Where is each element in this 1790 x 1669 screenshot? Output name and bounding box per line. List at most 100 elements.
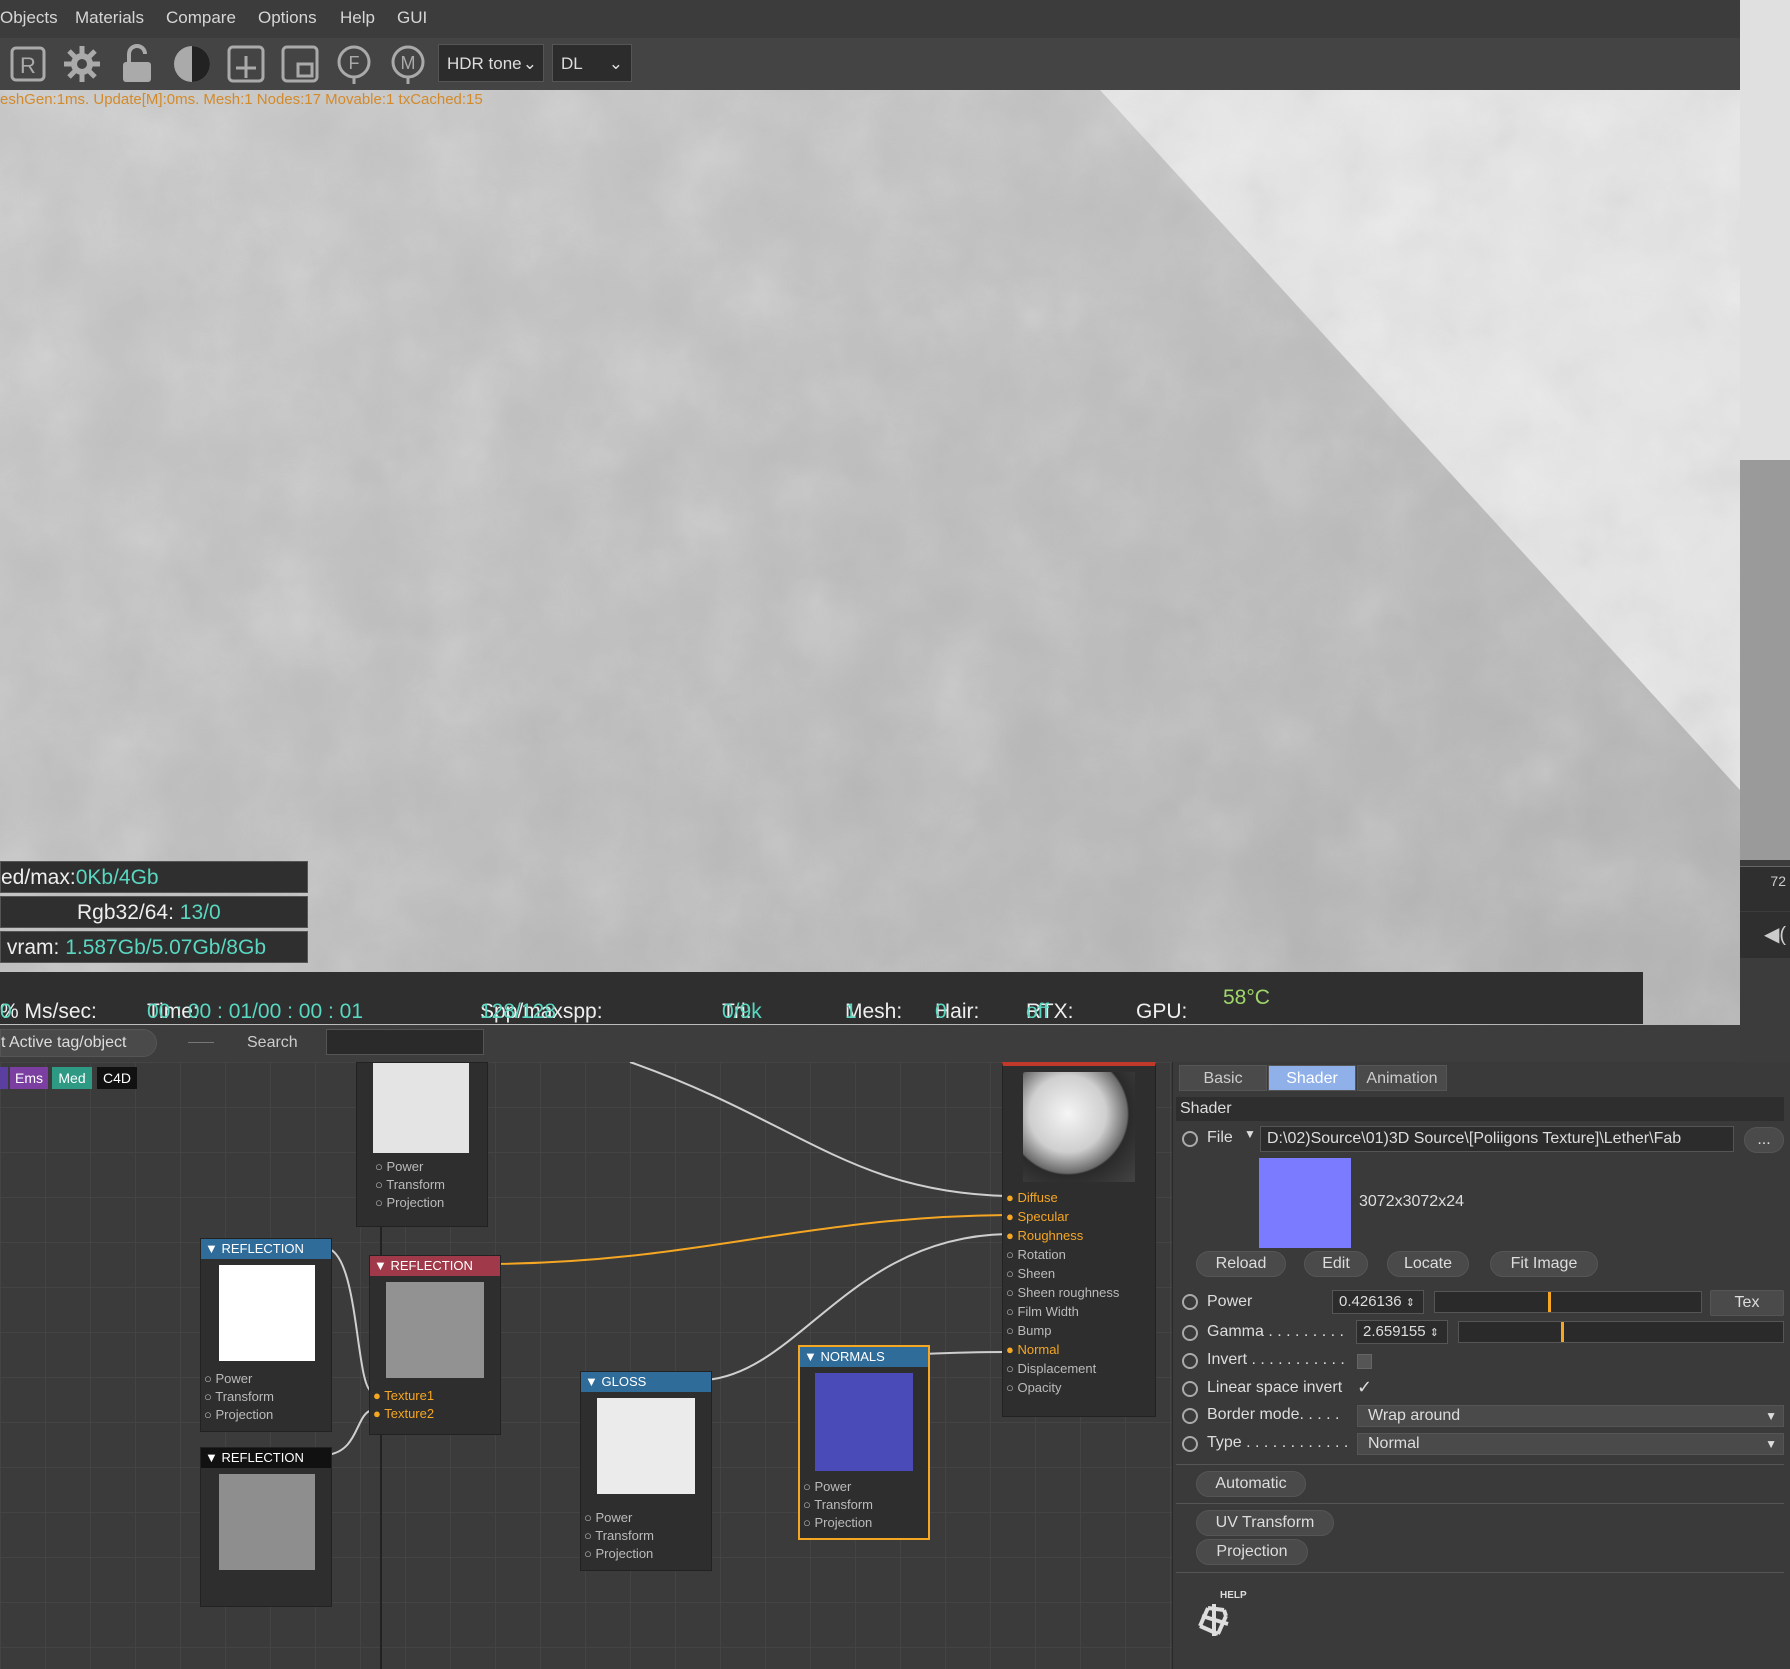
playback-controls[interactable]: ◀(	[1740, 912, 1790, 958]
rewind-icon[interactable]: ◀(	[1764, 922, 1786, 947]
pin-opacity[interactable]: ○ Opacity	[1006, 1380, 1062, 1395]
projection-button[interactable]: Projection	[1196, 1539, 1308, 1565]
f-icon[interactable]: F	[332, 42, 376, 86]
invert-label: Invert . . . . . . . . . . .	[1207, 1351, 1345, 1368]
slider-knob[interactable]	[1548, 1292, 1551, 1312]
pin-normal[interactable]: ● Normal	[1006, 1342, 1059, 1357]
gamma-radio[interactable]	[1182, 1325, 1198, 1341]
active-tag-button[interactable]: t Active tag/object	[0, 1029, 157, 1057]
hdr-tone-select[interactable]: HDR tone ⌄	[438, 44, 544, 82]
object-icon[interactable]	[278, 42, 322, 86]
slider-knob[interactable]	[1561, 1322, 1564, 1342]
pin-sheen[interactable]: ○ Sheen	[1006, 1266, 1055, 1281]
tab-shader[interactable]: Shader	[1268, 1065, 1356, 1091]
type-radio[interactable]	[1182, 1436, 1198, 1452]
gloss-node-header[interactable]: ▼ GLOSS	[581, 1372, 711, 1392]
power-slider[interactable]	[1434, 1291, 1702, 1313]
reflection-node-b[interactable]: ▼ REFLECTION ● Texture1 ● Texture2	[369, 1255, 501, 1435]
reflection-node-header[interactable]: ▼ REFLECTION	[370, 1256, 500, 1276]
rtx-value: off	[1026, 1000, 1049, 1023]
pin-rotation[interactable]: ○ Rotation	[1006, 1247, 1066, 1262]
pin-sheen-roughness[interactable]: ○ Sheen roughness	[1006, 1285, 1119, 1300]
pin-roughness[interactable]: ● Roughness	[1006, 1228, 1083, 1243]
type-select[interactable]: Normal ▼	[1357, 1433, 1784, 1455]
pin-projection[interactable]: ○ Projection	[375, 1195, 444, 1210]
pin-texture1[interactable]: ● Texture1	[373, 1388, 434, 1403]
ms-label: % Ms/sec:	[0, 1000, 97, 1023]
pin-power[interactable]: ○ Power	[375, 1159, 423, 1174]
render-region-icon[interactable]: R	[6, 42, 50, 86]
pin-transform[interactable]: ○ Transform	[375, 1177, 445, 1192]
node-thumbnail	[597, 1398, 695, 1494]
pin-transform[interactable]: ○ Transform	[803, 1497, 873, 1512]
gpu-label: GPU:	[1136, 1000, 1188, 1023]
texture-node-top[interactable]: ○ Power ○ Transform ○ Projection	[356, 1062, 488, 1227]
gamma-input[interactable]: 2.659155 ⇕	[1356, 1320, 1448, 1344]
spinner-icon[interactable]: ⇕	[1430, 1327, 1439, 1339]
dl-select[interactable]: DL ⌄	[552, 44, 632, 82]
normals-node[interactable]: ▼ NORMALS ○ Power ○ Transform ○ Projecti…	[798, 1345, 930, 1540]
pin-power[interactable]: ○ Power	[803, 1479, 851, 1494]
linear-space-invert-checkbox[interactable]: ✓	[1357, 1377, 1372, 1398]
pin-film-width[interactable]: ○ Film Width	[1006, 1304, 1079, 1319]
automatic-button[interactable]: Automatic	[1196, 1471, 1306, 1497]
tab-basic[interactable]: Basic	[1179, 1065, 1267, 1091]
pin-projection[interactable]: ○ Projection	[204, 1407, 273, 1422]
edit-button[interactable]: Edit	[1304, 1251, 1368, 1277]
pin-projection[interactable]: ○ Projection	[584, 1546, 653, 1561]
linear-radio[interactable]	[1182, 1381, 1198, 1397]
pin-specular[interactable]: ● Specular	[1006, 1209, 1069, 1224]
power-radio[interactable]	[1182, 1294, 1198, 1310]
contrast-icon[interactable]	[170, 42, 214, 86]
gamma-slider[interactable]	[1458, 1321, 1784, 1343]
chevron-down-icon[interactable]: ▼	[1244, 1127, 1256, 1141]
pin-power[interactable]: ○ Power	[584, 1510, 632, 1525]
invert-radio[interactable]	[1182, 1353, 1198, 1369]
menu-gui[interactable]: GUI	[397, 8, 427, 28]
menu-objects[interactable]: Objects	[0, 8, 58, 28]
timeline-ruler: 72	[1740, 866, 1790, 911]
uv-transform-button[interactable]: UV Transform	[1196, 1510, 1334, 1536]
stat-memory: ed/max:0Kb/4Gb	[0, 861, 308, 893]
help-icon[interactable]: HELP	[1188, 1590, 1248, 1646]
material-node[interactable]: ● Diffuse ● Specular ● Roughness ○ Rotat…	[1002, 1062, 1156, 1417]
power-input[interactable]: 0.426136 ⇕	[1332, 1290, 1424, 1314]
fit-image-button[interactable]: Fit Image	[1490, 1251, 1598, 1277]
border-mode-select[interactable]: Wrap around ▼	[1357, 1405, 1784, 1427]
m-icon[interactable]: M	[386, 42, 430, 86]
pin-diffuse[interactable]: ● Diffuse	[1006, 1190, 1058, 1205]
add-icon[interactable]	[224, 42, 268, 86]
browse-button[interactable]: ...	[1744, 1127, 1784, 1153]
node-thumbnail	[219, 1265, 315, 1361]
menu-materials[interactable]: Materials	[75, 8, 144, 28]
file-radio[interactable]	[1182, 1131, 1198, 1147]
reflection-node-c[interactable]: ▼ REFLECTION	[200, 1447, 332, 1607]
unlock-icon[interactable]	[115, 42, 159, 86]
pin-transform[interactable]: ○ Transform	[204, 1389, 274, 1404]
invert-checkbox[interactable]	[1357, 1354, 1372, 1369]
gear-icon[interactable]	[60, 42, 104, 86]
border-mode-radio[interactable]	[1182, 1408, 1198, 1424]
menu-help[interactable]: Help	[340, 8, 375, 28]
pin-texture2[interactable]: ● Texture2	[373, 1406, 434, 1421]
normals-node-header[interactable]: ▼ NORMALS	[800, 1347, 928, 1367]
tab-animation[interactable]: Animation	[1357, 1065, 1447, 1091]
file-path-field[interactable]: D:\02)Source\01)3D Source\[Poliigons Tex…	[1260, 1126, 1734, 1152]
menu-compare[interactable]: Compare	[166, 8, 236, 28]
menu-options[interactable]: Options	[258, 8, 317, 28]
locate-button[interactable]: Locate	[1387, 1251, 1469, 1277]
gloss-node[interactable]: ▼ GLOSS ○ Power ○ Transform ○ Projection	[580, 1371, 712, 1571]
pin-bump[interactable]: ○ Bump	[1006, 1323, 1051, 1338]
tex-button[interactable]: Tex	[1710, 1290, 1784, 1316]
pin-displacement[interactable]: ○ Displacement	[1006, 1361, 1096, 1376]
node-editor[interactable]: Ems Med C4D ○ Power ○ Transform ○ Projec…	[0, 1062, 1172, 1669]
spinner-icon[interactable]: ⇕	[1406, 1297, 1415, 1309]
pin-transform[interactable]: ○ Transform	[584, 1528, 654, 1543]
reload-button[interactable]: Reload	[1196, 1251, 1286, 1277]
pin-power[interactable]: ○ Power	[204, 1371, 252, 1386]
reflection-node-header[interactable]: ▼ REFLECTION	[201, 1448, 331, 1468]
pin-projection[interactable]: ○ Projection	[803, 1515, 872, 1530]
search-input[interactable]	[326, 1029, 484, 1055]
reflection-node-a[interactable]: ▼ REFLECTION ○ Power ○ Transform ○ Proje…	[200, 1238, 332, 1432]
reflection-node-header[interactable]: ▼ REFLECTION	[201, 1239, 331, 1259]
